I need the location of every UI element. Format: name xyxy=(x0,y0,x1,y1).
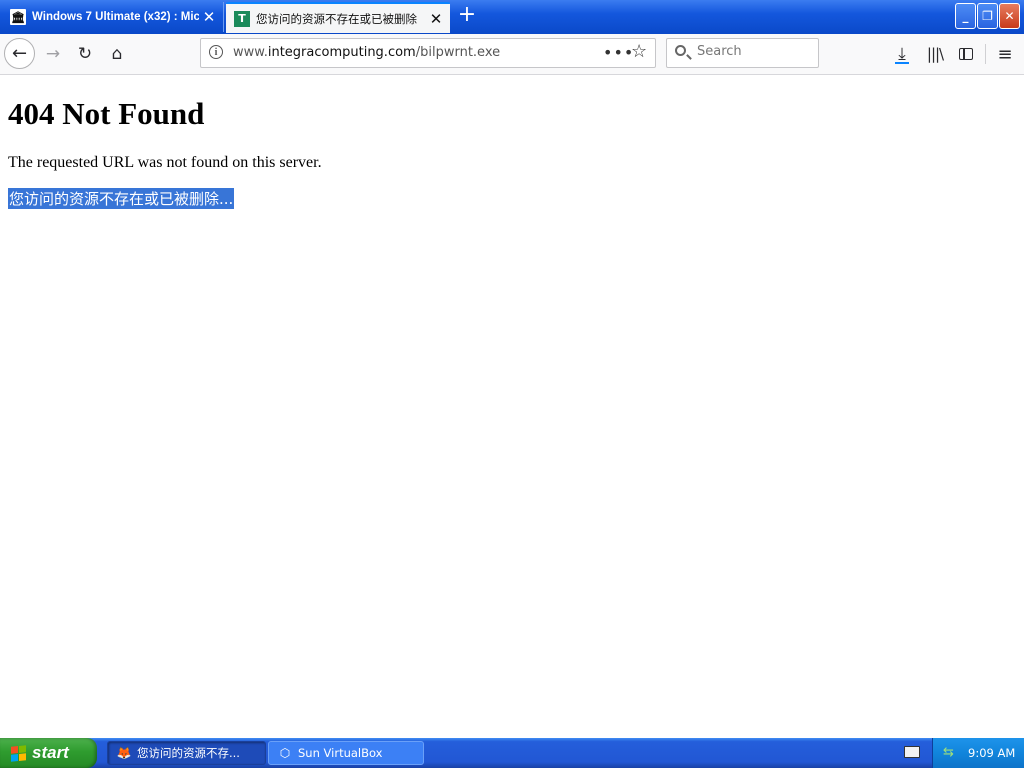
site-info-icon[interactable]: i xyxy=(209,45,223,59)
virtualbox-icon: ⬡ xyxy=(279,746,291,760)
search-input[interactable] xyxy=(697,44,815,59)
url-field[interactable]: www.integracomputing.com/bilpwrnt.exe xyxy=(233,45,500,60)
close-tab-icon[interactable]: ✕ xyxy=(199,8,219,26)
bookmark-star-icon[interactable]: ☆ xyxy=(631,41,647,62)
menu-button[interactable]: ≡ xyxy=(990,39,1020,69)
windows-logo-icon xyxy=(11,744,26,762)
toolbar-separator xyxy=(985,44,986,64)
forward-arrow-icon: → xyxy=(45,44,61,64)
search-box[interactable] xyxy=(666,38,819,68)
error-message: The requested URL was not found on this … xyxy=(8,154,322,171)
reload-icon: ↻ xyxy=(77,44,93,64)
page-content: 404 Not Found The requested URL was not … xyxy=(0,75,1024,737)
page-title: 404 Not Found xyxy=(8,96,205,131)
network-icon[interactable]: ⇆ xyxy=(943,745,954,760)
back-arrow-icon: ← xyxy=(11,43,28,64)
taskbar-item-firefox[interactable]: 🦊 您访问的资源不存... xyxy=(107,741,266,765)
navigation-toolbar: ← → ↻ ⌂ i www.integracomputing.com/bilpw… xyxy=(0,34,1024,75)
tab-title: 您访问的资源不存在或已被删除 xyxy=(256,11,417,26)
downloads-button[interactable]: ⤓ xyxy=(887,39,917,69)
new-tab-button[interactable]: + xyxy=(456,4,478,27)
start-button[interactable]: start xyxy=(0,738,97,768)
firefox-icon: 🦊 xyxy=(116,746,132,760)
selected-chinese-message: 您访问的资源不存在或已被删除... xyxy=(8,188,235,209)
sidebar-icon xyxy=(959,48,973,60)
home-button[interactable]: ⌂ xyxy=(102,39,132,69)
site-T-icon: T xyxy=(234,10,250,27)
close-tab-icon[interactable]: ✕ xyxy=(426,10,446,28)
search-icon xyxy=(675,45,686,56)
page-actions-icon[interactable]: ••• xyxy=(603,43,634,62)
download-arrow-icon: ⤓ xyxy=(898,44,906,64)
keyboard-icon[interactable] xyxy=(904,746,920,758)
clock[interactable]: 9:09 AM xyxy=(968,746,1015,760)
sidebar-toggle-button[interactable] xyxy=(951,39,981,69)
taskbar-item-virtualbox[interactable]: ⬡ Sun VirtualBox xyxy=(268,741,424,765)
url-path: /bilpwrnt.exe xyxy=(415,45,501,60)
tab-404-page[interactable]: T 您访问的资源不存在或已被删除 ✕ xyxy=(226,2,450,33)
minimize-button[interactable]: _ xyxy=(955,3,976,29)
browser-tab-strip: 🏛 Windows 7 Ultimate (x32) : Microsoft ✕… xyxy=(0,0,1024,34)
start-label: start xyxy=(32,743,69,762)
library-icon: |||\ xyxy=(926,45,944,63)
close-window-button[interactable]: ✕ xyxy=(999,3,1020,29)
reload-button[interactable]: ↻ xyxy=(70,39,100,69)
taskbar-item-label: 您访问的资源不存... xyxy=(137,746,240,760)
library-button[interactable]: |||\ xyxy=(920,39,950,69)
museum-icon: 🏛 xyxy=(10,9,26,25)
forward-button[interactable]: → xyxy=(38,39,68,69)
hamburger-menu-icon: ≡ xyxy=(997,43,1013,65)
tab-title: Windows 7 Ultimate (x32) : Microsoft xyxy=(32,11,199,23)
maximize-button[interactable]: ❐ xyxy=(977,3,998,29)
url-prefix: www. xyxy=(233,45,268,60)
taskbar-item-label: Sun VirtualBox xyxy=(298,746,383,760)
url-domain: integracomputing.com xyxy=(267,45,416,60)
tab-windows7-ultimate[interactable]: 🏛 Windows 7 Ultimate (x32) : Microsoft ✕ xyxy=(2,2,224,32)
system-tray: ⇆ 9:09 AM xyxy=(932,738,1024,768)
back-button[interactable]: ← xyxy=(4,38,35,69)
download-progress-line xyxy=(895,62,909,64)
address-bar[interactable]: i www.integracomputing.com/bilpwrnt.exe … xyxy=(200,38,656,68)
home-icon: ⌂ xyxy=(111,44,123,64)
taskbar: start 🦊 您访问的资源不存... ⬡ Sun VirtualBox ⇆ 9… xyxy=(0,738,1024,768)
